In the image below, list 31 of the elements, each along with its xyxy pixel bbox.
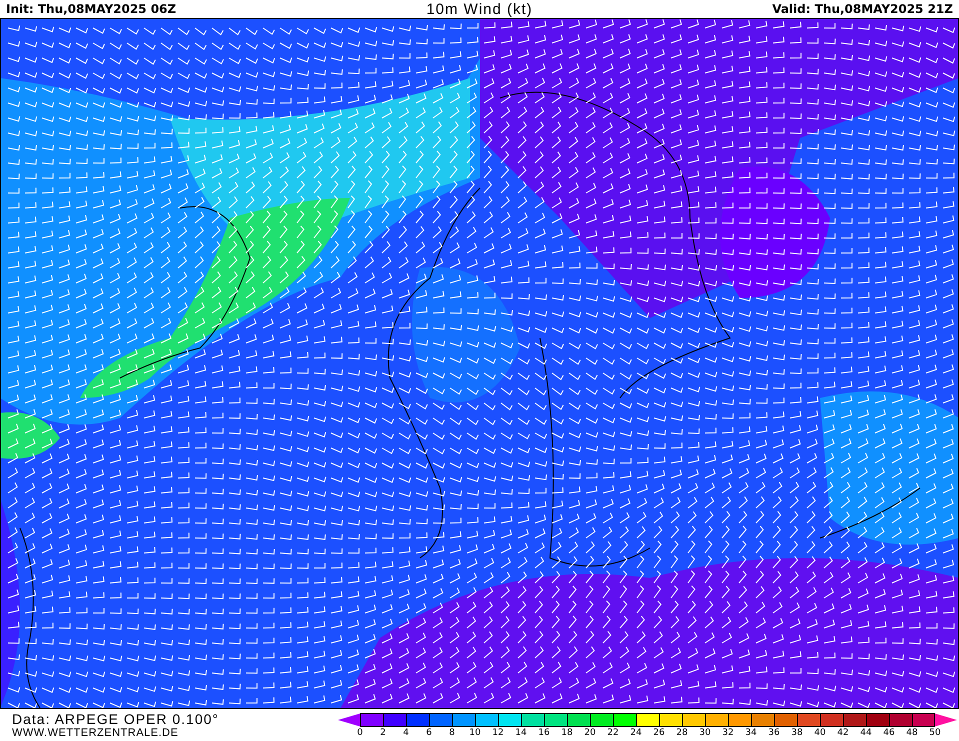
chart-title: 10m Wind (kt) <box>426 0 533 18</box>
scale-label: 44 <box>859 727 873 739</box>
scale-label: 24 <box>629 727 643 739</box>
scale-label: 6 <box>425 727 433 739</box>
scale-label: 48 <box>905 727 919 739</box>
scale-label: 36 <box>767 727 781 739</box>
scale-label: 2 <box>379 727 387 739</box>
scale-label: 50 <box>928 727 942 739</box>
data-source: Data: ARPEGE OPER 0.100° <box>12 711 220 727</box>
scale-label: 16 <box>537 727 551 739</box>
scale-label: 42 <box>836 727 850 739</box>
scale-label: 4 <box>402 727 410 739</box>
scale-label: 26 <box>652 727 666 739</box>
valid-time: Valid: Thu,08MAY2025 21Z <box>771 2 953 16</box>
scale-label: 18 <box>560 727 574 739</box>
website-credit: WWW.WETTERZENTRALE.DE <box>12 727 180 740</box>
init-time: Init: Thu,08MAY2025 06Z <box>6 2 178 16</box>
scale-label: 12 <box>491 727 505 739</box>
scale-label: 0 <box>356 727 364 739</box>
scale-label: 40 <box>813 727 827 739</box>
scale-label: 28 <box>675 727 689 739</box>
scale-label: 38 <box>790 727 804 739</box>
scale-label: 22 <box>606 727 620 739</box>
scale-label: 20 <box>583 727 597 739</box>
scale-label: 46 <box>882 727 896 739</box>
scale-label: 14 <box>514 727 528 739</box>
scale-label: 34 <box>744 727 758 739</box>
scale-label: 32 <box>721 727 735 739</box>
scale-label: 30 <box>698 727 712 739</box>
scale-label: 8 <box>448 727 456 739</box>
scale-label: 10 <box>468 727 482 739</box>
